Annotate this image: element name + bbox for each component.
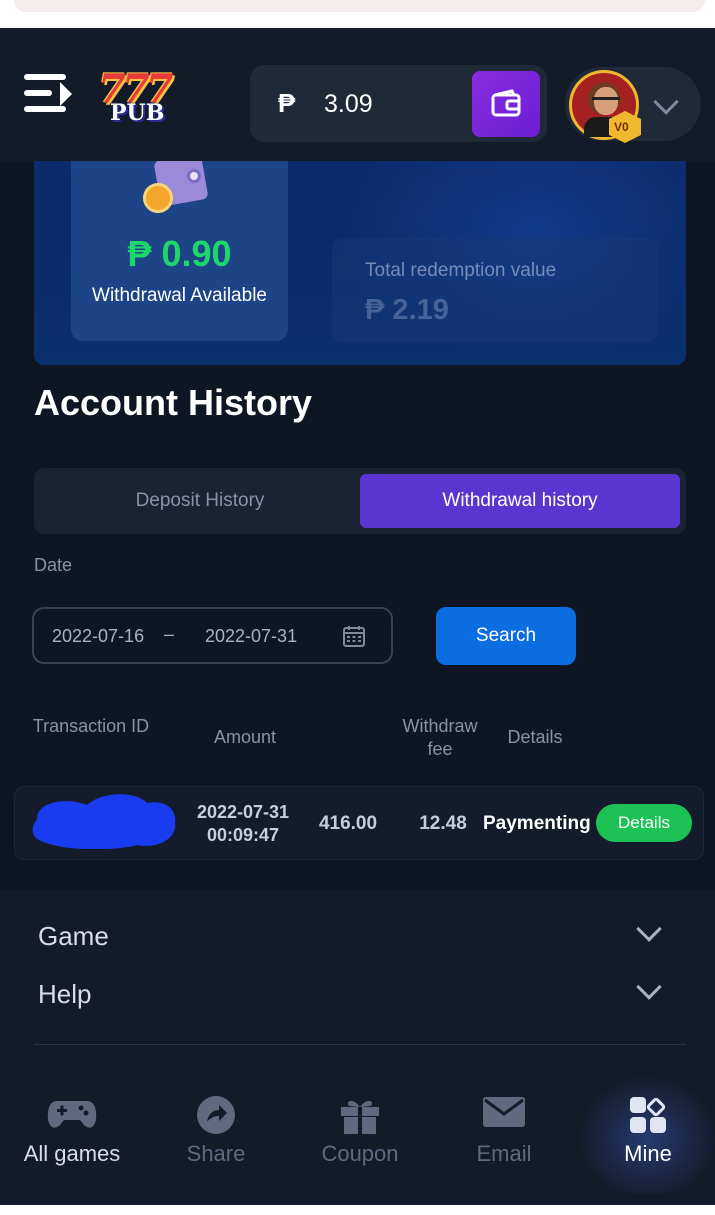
nav-label: Mine	[624, 1141, 672, 1166]
row-fee: 12.48	[419, 813, 467, 834]
currency-symbol: ₱	[278, 88, 296, 118]
row-amount: 416.00	[318, 813, 378, 834]
wallet-icon	[491, 89, 521, 117]
gift-icon	[341, 1100, 379, 1134]
row-datetime: 2022-07-31 00:09:47	[196, 802, 290, 845]
app-logo[interactable]: 777 PUB	[96, 66, 186, 126]
column-header-amount: Amount	[213, 727, 277, 747]
date-label: Date	[34, 555, 73, 575]
table-row: 2022-07-31 00:09:47 416.00 12.48 Payment…	[14, 786, 704, 860]
redacted-transaction-id	[32, 794, 176, 849]
column-header-withdraw-fee: Withdraw fee	[402, 716, 478, 759]
divider	[34, 1044, 686, 1045]
chevron-down-icon[interactable]	[653, 89, 679, 115]
row-status: Paymenting	[483, 813, 591, 834]
details-button[interactable]: Details	[596, 804, 692, 842]
menu-icon[interactable]	[22, 72, 74, 116]
chevron-down-icon[interactable]	[636, 974, 662, 1000]
date-separator: –	[164, 624, 175, 644]
withdrawal-available-card: ₱ 0.90 Withdrawal Available	[71, 161, 288, 341]
total-redemption-label: Total redemption value	[365, 260, 557, 281]
history-tabs: Deposit History Withdrawal history	[34, 468, 686, 534]
nav-email[interactable]: Email	[432, 1073, 576, 1193]
date-end[interactable]: 2022-07-31	[205, 626, 297, 647]
gamepad-icon	[47, 1101, 97, 1128]
nav-label: Coupon	[321, 1141, 399, 1166]
mail-icon	[483, 1097, 525, 1127]
date-range-picker[interactable]: 2022-07-16 – 2022-07-31	[32, 607, 393, 664]
withdrawal-available-value: ₱ 0.90	[127, 233, 232, 274]
browser-bottom-strip	[0, 1205, 715, 1215]
column-header-transaction-id: Transaction ID	[32, 716, 150, 736]
accordion-game[interactable]: Game	[38, 921, 109, 952]
nav-mine[interactable]: Mine	[576, 1073, 715, 1193]
accordion-help[interactable]: Help	[38, 979, 91, 1010]
withdrawal-available-label: Withdrawal Available	[92, 285, 267, 306]
total-redemption-value: ₱ 2.19	[365, 294, 449, 326]
nav-all-games[interactable]: All games	[0, 1073, 144, 1193]
nav-label: Email	[476, 1141, 532, 1166]
tab-deposit-history[interactable]: Deposit History	[40, 474, 360, 528]
tab-withdrawal-history[interactable]: Withdrawal history	[360, 474, 680, 528]
app-header: 777 PUB ₱ 3.09 V0	[0, 28, 715, 161]
wallet-coin-icon	[143, 161, 211, 213]
balance-display: ₱ 3.09	[250, 65, 547, 142]
nav-label: All games	[23, 1141, 121, 1166]
nav-share[interactable]: Share	[144, 1073, 288, 1193]
calendar-icon[interactable]	[342, 624, 366, 648]
profile-menu[interactable]: V0	[565, 67, 701, 143]
balance-banner: ₱ 0.90 Withdrawal Available Total redemp…	[34, 161, 686, 365]
browser-top-strip	[0, 0, 715, 28]
nav-coupon[interactable]: Coupon	[288, 1073, 432, 1193]
column-header-details: Details	[507, 727, 563, 747]
search-button[interactable]: Search	[436, 607, 576, 665]
bottom-nav: All games Share Coupon Email Mine	[0, 1073, 715, 1203]
balance-amount: 3.09	[324, 90, 373, 118]
page-title: Account History	[34, 382, 313, 423]
wallet-button[interactable]	[472, 71, 540, 137]
grid-icon	[630, 1097, 666, 1133]
chevron-down-icon[interactable]	[636, 916, 662, 942]
date-start[interactable]: 2022-07-16	[52, 626, 144, 647]
nav-label: Share	[186, 1141, 246, 1166]
total-redemption-card: Total redemption value ₱ 2.19	[332, 238, 658, 342]
share-icon	[197, 1096, 235, 1134]
